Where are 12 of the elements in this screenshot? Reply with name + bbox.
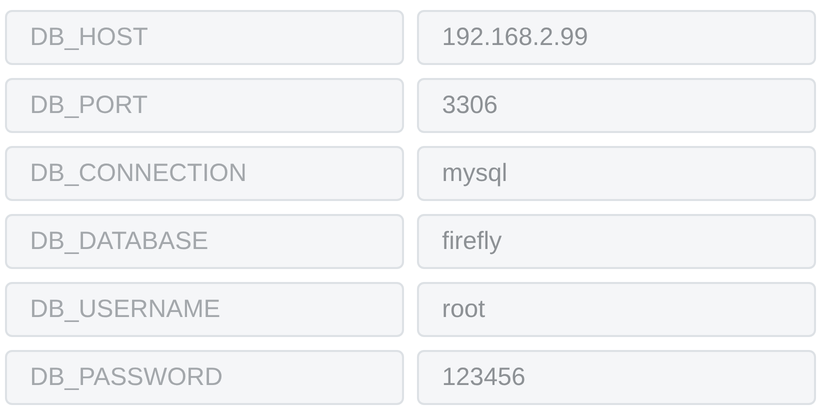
value-field[interactable]: 3306	[417, 78, 816, 133]
value-field[interactable]: root	[417, 282, 816, 337]
key-field[interactable]: DB_CONNECTION	[5, 146, 404, 201]
key-field[interactable]: DB_USERNAME	[5, 282, 404, 337]
key-field[interactable]: DB_PORT	[5, 78, 404, 133]
value-field[interactable]: 192.168.2.99	[417, 10, 816, 65]
key-field[interactable]: DB_DATABASE	[5, 214, 404, 269]
key-field[interactable]: DB_PASSWORD	[5, 350, 404, 405]
key-field[interactable]: DB_HOST	[5, 10, 404, 65]
value-field[interactable]: mysql	[417, 146, 816, 201]
value-field[interactable]: 123456	[417, 350, 816, 405]
value-field[interactable]: firefly	[417, 214, 816, 269]
